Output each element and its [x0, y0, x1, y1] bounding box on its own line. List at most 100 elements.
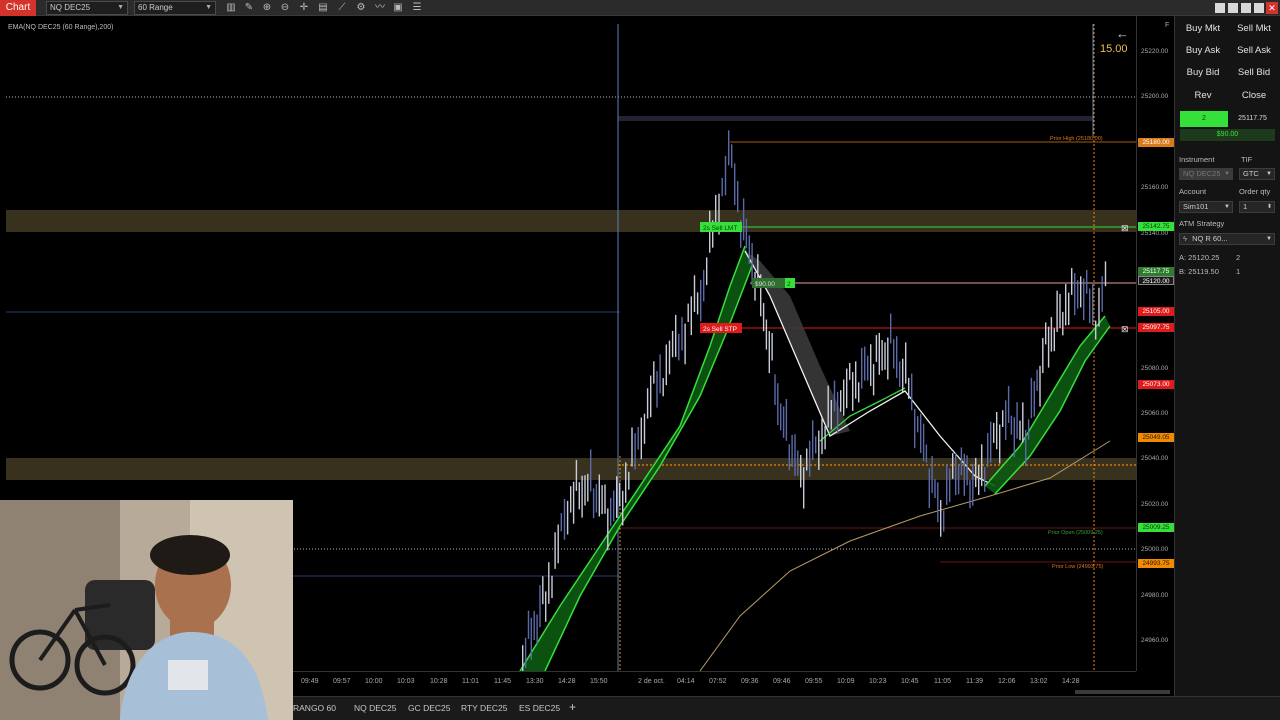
price-bar: [836, 391, 839, 434]
time-axis[interactable]: 09:49 09:57 10:00 10:03 10:28 11:01 11:4…: [293, 671, 1136, 693]
maximize-icon[interactable]: [1254, 3, 1264, 13]
sell-stp-tag-label: 2s Sell STP: [703, 326, 737, 333]
price-bar: [908, 377, 910, 399]
time-tick: 14:28: [1062, 678, 1080, 685]
price-bar: [724, 155, 727, 196]
link-icon[interactable]: [1241, 3, 1251, 13]
account-select[interactable]: Sim101 ▼: [1179, 201, 1233, 213]
prior-high-label: Prior High (25180.00): [1050, 136, 1103, 142]
pencil-icon[interactable]: ✎: [243, 2, 255, 14]
tab-gc-dec25[interactable]: GC DEC25: [408, 703, 451, 713]
price-bar: [996, 412, 998, 450]
price-bar: [830, 400, 832, 430]
buy-ask-button[interactable]: Buy Ask: [1178, 42, 1228, 60]
price-bar: [827, 385, 829, 428]
price-bar: [570, 486, 572, 513]
time-tick: 10:00: [365, 678, 383, 685]
zoom-in-icon[interactable]: ⊕: [261, 2, 273, 14]
price-bar: [881, 340, 883, 371]
price-bar: [1019, 420, 1021, 441]
tif-select[interactable]: GTC ▼: [1239, 168, 1275, 180]
price-bar: [634, 433, 636, 470]
order-qty-stepper[interactable]: 1 ⬍: [1239, 201, 1275, 213]
price-bar: [527, 610, 530, 639]
data-box-icon[interactable]: ▣: [392, 2, 404, 14]
price-bar: [794, 434, 796, 476]
price-bar: [934, 479, 936, 498]
prior-low-price-label: 24993.75: [1138, 559, 1174, 568]
sell-ask-button[interactable]: Sell Ask: [1229, 42, 1279, 60]
restore-icon[interactable]: [1228, 3, 1238, 13]
price-bar: [1022, 402, 1024, 443]
price-tick: 25020.00: [1141, 501, 1169, 508]
price-bar: [706, 257, 708, 286]
price-bar: [595, 484, 598, 513]
price-bar: [619, 482, 621, 507]
price-bar: [846, 368, 848, 409]
price-bar: [999, 424, 1001, 464]
price-axis[interactable]: 25220.00 25200.00 25160.00 25140.00 2508…: [1136, 16, 1174, 671]
price-bar: [884, 342, 886, 370]
arrow-left-icon[interactable]: ←: [1116, 26, 1129, 41]
reverse-button[interactable]: Rev: [1178, 87, 1228, 105]
instrument-select[interactable]: NQ DEC25 ▼: [46, 1, 128, 15]
sell-mkt-button[interactable]: Sell Mkt: [1229, 20, 1279, 38]
minimize-icon[interactable]: [1215, 3, 1225, 13]
time-tick: 11:39: [966, 678, 983, 685]
cancel-order-icon[interactable]: ⊠: [1121, 223, 1129, 233]
indicators-icon[interactable]: 〰: [374, 2, 386, 14]
sell-bid-button[interactable]: Sell Bid: [1229, 64, 1279, 82]
chart-trader-panel: F Buy Mkt Sell Mkt Buy Ask Sell Ask Buy …: [1165, 16, 1280, 696]
tab-rango-60[interactable]: RANGO 60: [293, 703, 336, 713]
price-bar: [861, 347, 863, 389]
tab-es-dec25[interactable]: ES DEC25: [519, 703, 560, 713]
price-bar: [539, 585, 541, 628]
price-bar: [833, 380, 836, 412]
price-bar: [700, 279, 702, 322]
price-bar: [812, 420, 814, 461]
crosshair-icon[interactable]: ✛: [298, 2, 310, 14]
cancel-order-icon[interactable]: ⊠: [1121, 324, 1129, 334]
strategies-icon[interactable]: ⚙: [355, 2, 367, 14]
price-bar: [824, 426, 826, 450]
stepper-icon[interactable]: ⬍: [1267, 202, 1272, 212]
price-tick: 25220.00: [1141, 48, 1169, 55]
instrument-field[interactable]: NQ DEC25 ▼: [1179, 168, 1233, 180]
supply-zone: [6, 210, 1136, 232]
close-icon[interactable]: ✕: [1266, 2, 1278, 14]
zoom-out-icon[interactable]: ⊖: [279, 2, 291, 14]
price-bar: [840, 390, 842, 412]
price-bar: [587, 473, 589, 502]
chart-trader-icon[interactable]: ☰: [411, 2, 423, 14]
bar-type-icon[interactable]: ▥: [225, 2, 237, 14]
properties-icon[interactable]: ▤: [317, 2, 329, 14]
orange-level-price-label: 25049.05: [1138, 433, 1174, 442]
price-bar: [864, 346, 866, 381]
panel-collapse-icon[interactable]: F: [1165, 22, 1169, 29]
buy-bid-button[interactable]: Buy Bid: [1178, 64, 1228, 82]
price-bar: [867, 355, 869, 381]
series-select[interactable]: 60 Range ▼: [134, 1, 216, 15]
tab-nq-dec25[interactable]: NQ DEC25: [354, 703, 397, 713]
price-bar: [818, 430, 820, 470]
buy-mkt-button[interactable]: Buy Mkt: [1178, 20, 1228, 38]
price-bar: [914, 408, 916, 449]
price-bar: [650, 375, 652, 418]
price-bar: [1030, 377, 1033, 419]
position-price-label: 25117.75: [1138, 267, 1174, 276]
close-position-button[interactable]: Close: [1229, 87, 1279, 105]
price-bar: [590, 449, 592, 492]
tab-rty-dec25[interactable]: RTY DEC25: [461, 703, 507, 713]
chart-tab[interactable]: Chart: [0, 0, 36, 16]
drawing-tools-icon[interactable]: ⟋: [336, 2, 348, 14]
add-tab-button[interactable]: +: [569, 700, 576, 714]
time-tick: 10:23: [869, 678, 887, 685]
horizontal-scrollbar[interactable]: [1075, 690, 1170, 694]
price-bar: [940, 500, 942, 537]
series-select-value: 60 Range: [138, 3, 173, 12]
price-bar: [887, 337, 889, 380]
price-bar: [931, 455, 933, 493]
atm-strategy-select[interactable]: ϟ NQ R 60... ▼: [1179, 233, 1275, 245]
price-bar: [1053, 328, 1055, 352]
price-bar: [943, 510, 945, 532]
